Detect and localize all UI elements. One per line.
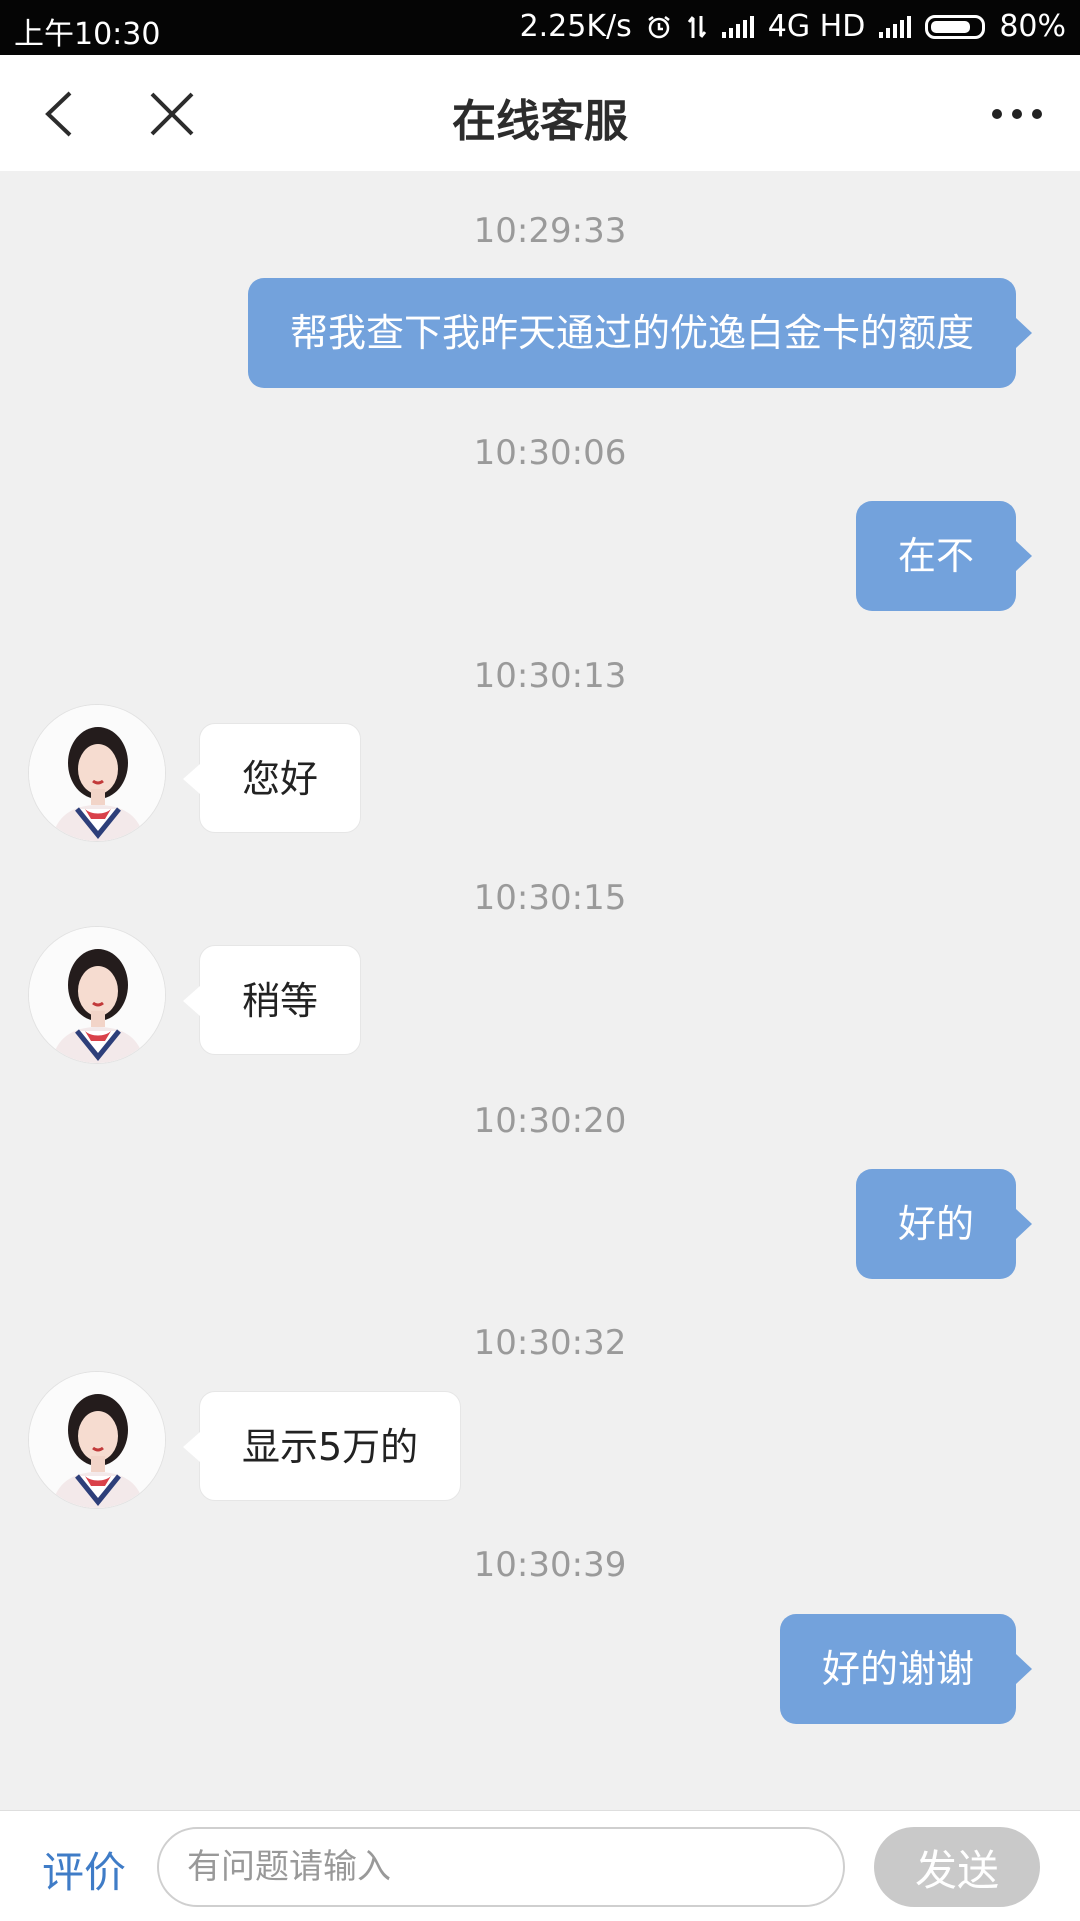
my-message-bubble[interactable]: 好的 — [855, 1169, 1033, 1279]
battery-icon — [925, 14, 986, 39]
message-timestamp: 10:30:13 — [473, 656, 627, 696]
agent-avatar-image — [29, 1372, 165, 1508]
network-type: 4G HD — [767, 9, 866, 44]
status-indicators: 2.25K/s 4G HD 80% — [520, 9, 1066, 44]
message-input[interactable] — [157, 1827, 845, 1907]
more-button[interactable] — [992, 109, 1042, 119]
battery-fill — [931, 20, 970, 33]
agent-avatar[interactable] — [28, 704, 166, 842]
my-message-bubble[interactable]: 帮我查下我昨天通过的优逸白金卡的额度 — [247, 278, 1033, 388]
battery-percent: 80% — [999, 9, 1066, 44]
chat-area[interactable]: 10:29:33 帮我查下我昨天通过的优逸白金卡的额度 10:30:06 在不 … — [0, 171, 1080, 1810]
signal-icon-2 — [879, 15, 912, 38]
more-icon-dot — [1032, 109, 1042, 119]
message-timestamp: 10:30:06 — [473, 433, 627, 473]
message-timestamp: 10:30:15 — [473, 878, 627, 918]
message-timestamp: 10:30:32 — [473, 1323, 627, 1363]
agent-avatar-image — [29, 705, 165, 841]
page-title: 在线客服 — [452, 96, 628, 147]
rate-button[interactable]: 评价 — [42, 1839, 126, 1900]
status-bar: 上午10:30 2.25K/s 4G HD 80% — [0, 0, 1080, 55]
signal-icon — [721, 15, 754, 38]
agent-message-bubble[interactable]: 您好 — [182, 723, 362, 833]
agent-message-bubble[interactable]: 稍等 — [182, 945, 362, 1055]
data-transfer-icon — [687, 15, 706, 38]
message-timestamp: 10:29:33 — [473, 211, 627, 251]
status-time: 上午10:30 — [14, 17, 161, 52]
header: 在线客服 — [0, 55, 1080, 171]
agent-avatar-image — [29, 927, 165, 1063]
more-icon — [992, 109, 1002, 119]
agent-avatar[interactable] — [28, 926, 166, 1064]
more-icon-dot — [1012, 109, 1022, 119]
my-message-bubble[interactable]: 在不 — [855, 501, 1033, 611]
composer-bar: 评价 发送 — [0, 1810, 1080, 1921]
message-timestamp: 10:30:39 — [473, 1545, 627, 1585]
send-button[interactable]: 发送 — [874, 1827, 1040, 1907]
agent-message-bubble[interactable]: 显示5万的 — [182, 1391, 462, 1501]
alarm-icon — [648, 15, 670, 38]
my-message-bubble[interactable]: 好的谢谢 — [779, 1614, 1033, 1724]
message-timestamp: 10:30:20 — [473, 1101, 627, 1141]
network-speed: 2.25K/s — [519, 9, 632, 44]
agent-avatar[interactable] — [28, 1371, 166, 1509]
